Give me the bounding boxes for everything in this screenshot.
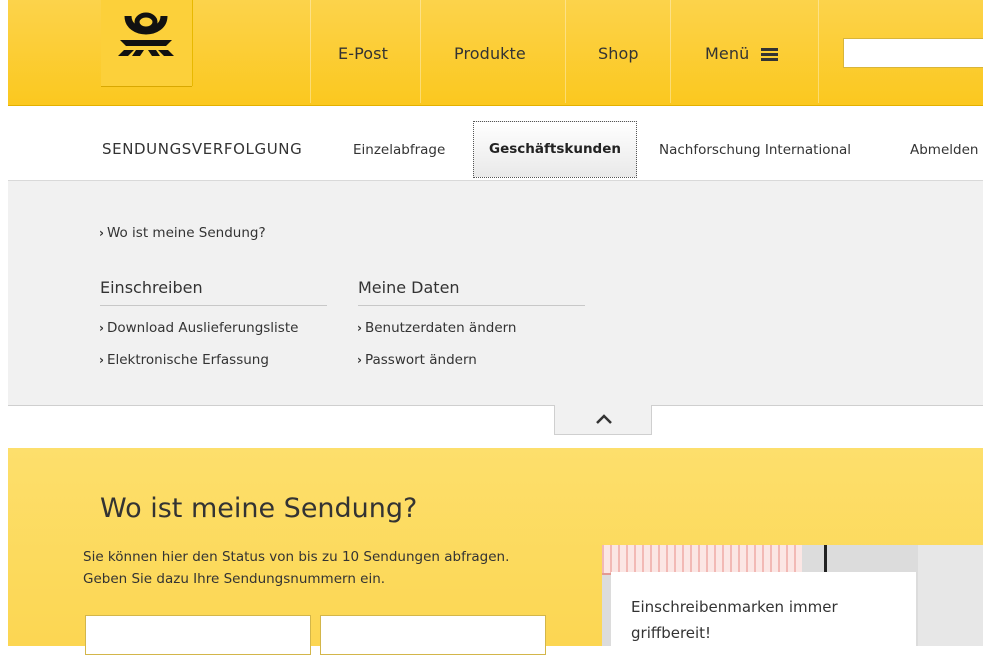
nav-produkte[interactable]: Produkte: [454, 44, 526, 63]
link-elektronische-erfassung[interactable]: › Elektronische Erfassung: [99, 352, 269, 368]
tab-abmelden[interactable]: Abmelden: [910, 142, 978, 158]
menu-label: Menü: [705, 44, 750, 63]
chevron-right-icon: ›: [357, 321, 362, 335]
chevron-right-icon: ›: [99, 226, 104, 240]
chevron-up-icon: [596, 414, 612, 424]
nav-divider: [310, 0, 311, 103]
chevron-right-icon: ›: [357, 353, 362, 367]
chevron-right-icon: ›: [99, 321, 104, 335]
heading-einschreiben: Einschreiben: [100, 278, 327, 306]
tab-geschaeftskunden[interactable]: Geschäftskunden: [473, 121, 637, 178]
nav-shop[interactable]: Shop: [598, 44, 639, 63]
link-label: Passwort ändern: [364, 352, 477, 368]
tracking-number-input[interactable]: [320, 615, 546, 655]
search-input[interactable]: [843, 38, 983, 68]
tracking-section: Wo ist meine Sendung? Sie können hier de…: [8, 448, 983, 655]
page-title: Wo ist meine Sendung?: [100, 493, 418, 524]
link-label: Download Auslieferungsliste: [106, 320, 299, 336]
link-label: Elektronische Erfassung: [106, 352, 269, 368]
chevron-right-icon: ›: [99, 353, 104, 367]
site-header: E-Post Produkte Shop Menü: [8, 0, 983, 106]
promo-background: [918, 545, 983, 646]
promo-text: Einschreibenmarken immer griffbereit!: [631, 598, 838, 642]
dropdown-panel: › Wo ist meine Sendung? Einschreiben Mein…: [8, 181, 983, 406]
link-wo-ist-meine-sendung[interactable]: › Wo ist meine Sendung?: [99, 225, 266, 241]
nav-divider: [818, 0, 819, 103]
link-label: Benutzerdaten ändern: [364, 320, 517, 336]
hamburger-icon: [760, 46, 778, 63]
posthorn-icon: [118, 12, 174, 56]
link-label: Wo ist meine Sendung?: [106, 225, 266, 241]
secondary-nav: SENDUNGSVERFOLGUNG Einzelabfrage Geschäf…: [8, 106, 983, 181]
section-title: SENDUNGSVERFOLGUNG: [102, 140, 303, 158]
stamp-image: [602, 545, 802, 575]
decorative-line: [824, 545, 827, 573]
link-benutzerdaten-aendern[interactable]: › Benutzerdaten ändern: [357, 320, 517, 336]
nav-divider: [565, 0, 566, 103]
deutsche-post-logo[interactable]: [101, 0, 192, 86]
tracking-number-input[interactable]: [85, 615, 311, 655]
promo-banner[interactable]: Einschreibenmarken immer griffbereit!: [602, 545, 983, 646]
description-line: Sie können hier den Status von bis zu 10…: [83, 549, 510, 565]
description-line: Geben Sie dazu Ihre Sendungsnummern ein.: [83, 571, 386, 587]
tab-einzelabfrage[interactable]: Einzelabfrage: [353, 142, 445, 158]
collapse-dropdown-button[interactable]: [554, 405, 652, 435]
nav-menu[interactable]: Menü: [705, 44, 778, 63]
nav-divider: [670, 0, 671, 103]
link-passwort-aendern[interactable]: › Passwort ändern: [357, 352, 477, 368]
nav-divider: [420, 0, 421, 103]
tab-nachforschung-international[interactable]: Nachforschung International: [659, 142, 851, 158]
nav-e-post[interactable]: E-Post: [338, 44, 388, 63]
heading-meine-daten: Meine Daten: [358, 278, 585, 306]
promo-card: Einschreibenmarken immer griffbereit!: [611, 572, 916, 646]
link-download-auslieferungsliste[interactable]: › Download Auslieferungsliste: [99, 320, 298, 336]
tracking-description: Sie können hier den Status von bis zu 10…: [83, 546, 509, 590]
